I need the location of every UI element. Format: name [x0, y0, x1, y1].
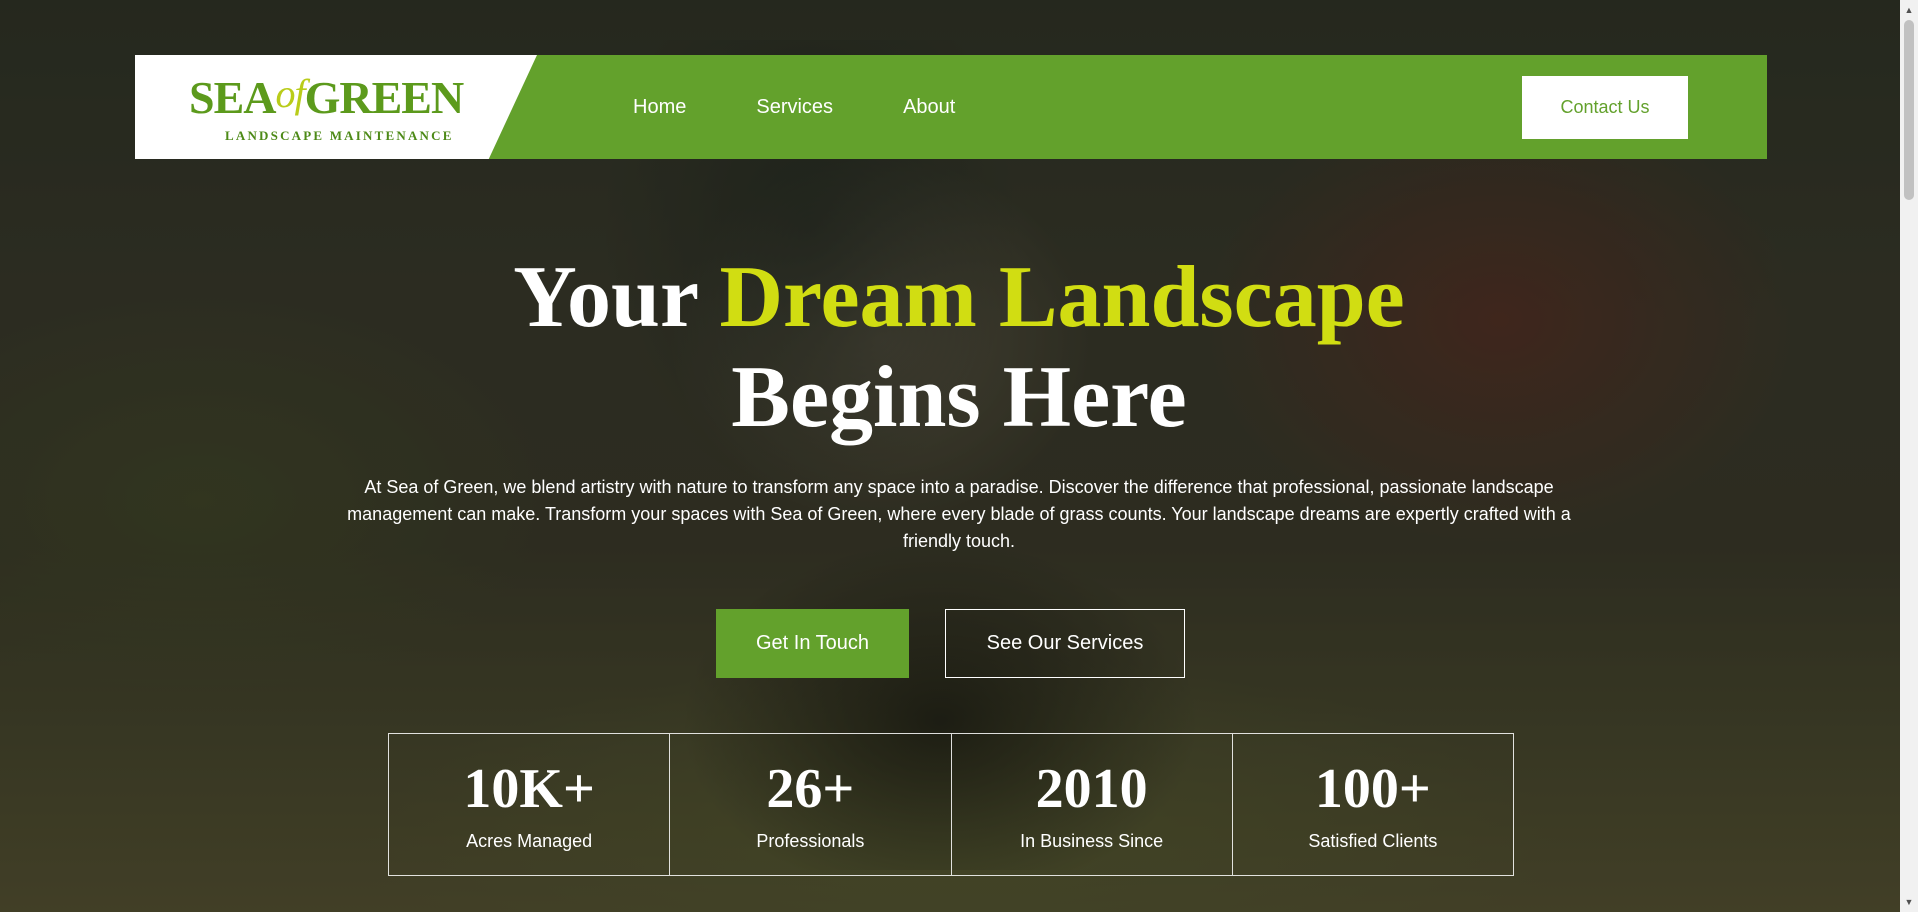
- hero-title-part1: Your: [513, 249, 720, 346]
- logo-wordmark: SEAofGREEN: [189, 71, 465, 124]
- stat-value: 26+: [766, 758, 855, 820]
- hero-description: At Sea of Green, we blend artistry with …: [347, 477, 1571, 551]
- nav-home[interactable]: Home: [633, 96, 686, 119]
- see-our-services-button[interactable]: See Our Services: [945, 609, 1185, 678]
- stat-label: In Business Since: [1020, 831, 1164, 851]
- page-scrollbar[interactable]: ▲ ▼: [1900, 0, 1918, 912]
- stat-professionals: 26+ Professionals: [670, 734, 952, 875]
- hero-title: Your Dream Landscape Begins Here: [0, 248, 1918, 448]
- hero-page: SEAofGREEN LANDSCAPE MAINTENANCE Home Se…: [0, 0, 1918, 912]
- hero-title-line2: Begins Here: [731, 349, 1187, 446]
- get-in-touch-button[interactable]: Get In Touch: [716, 609, 909, 678]
- stat-label: Acres Managed: [466, 831, 593, 851]
- hero-title-accent: Dream Landscape: [719, 249, 1405, 346]
- logo[interactable]: SEAofGREEN LANDSCAPE MAINTENANCE: [135, 55, 537, 159]
- stats-bar: 10K+ Acres Managed 26+ Professionals 201…: [388, 733, 1514, 876]
- logo-of: of: [275, 71, 305, 116]
- stat-value: 100+: [1314, 758, 1431, 820]
- stat-clients: 100+ Satisfied Clients: [1233, 734, 1513, 875]
- scroll-up-arrow-icon[interactable]: ▲: [1900, 2, 1918, 18]
- site-header: SEAofGREEN LANDSCAPE MAINTENANCE Home Se…: [135, 55, 1767, 159]
- stat-label: Professionals: [756, 831, 865, 851]
- nav-services[interactable]: Services: [756, 96, 833, 119]
- stat-value: 2010: [1035, 758, 1148, 820]
- logo-green: GREEN: [304, 72, 465, 123]
- stat-value: 10K+: [463, 758, 595, 820]
- contact-us-button[interactable]: Contact Us: [1522, 76, 1688, 139]
- stat-business-since: 2010 In Business Since: [952, 734, 1233, 875]
- stat-acres: 10K+ Acres Managed: [389, 734, 671, 875]
- logo-sea: SEA: [189, 72, 276, 123]
- nav-about[interactable]: About: [903, 96, 955, 119]
- scroll-down-arrow-icon[interactable]: ▼: [1900, 894, 1918, 910]
- stat-label: Satisfied Clients: [1308, 831, 1438, 851]
- logo-tagline: LANDSCAPE MAINTENANCE: [225, 128, 454, 143]
- scroll-thumb[interactable]: [1904, 20, 1914, 200]
- main-nav: Home Services About: [633, 55, 1025, 159]
